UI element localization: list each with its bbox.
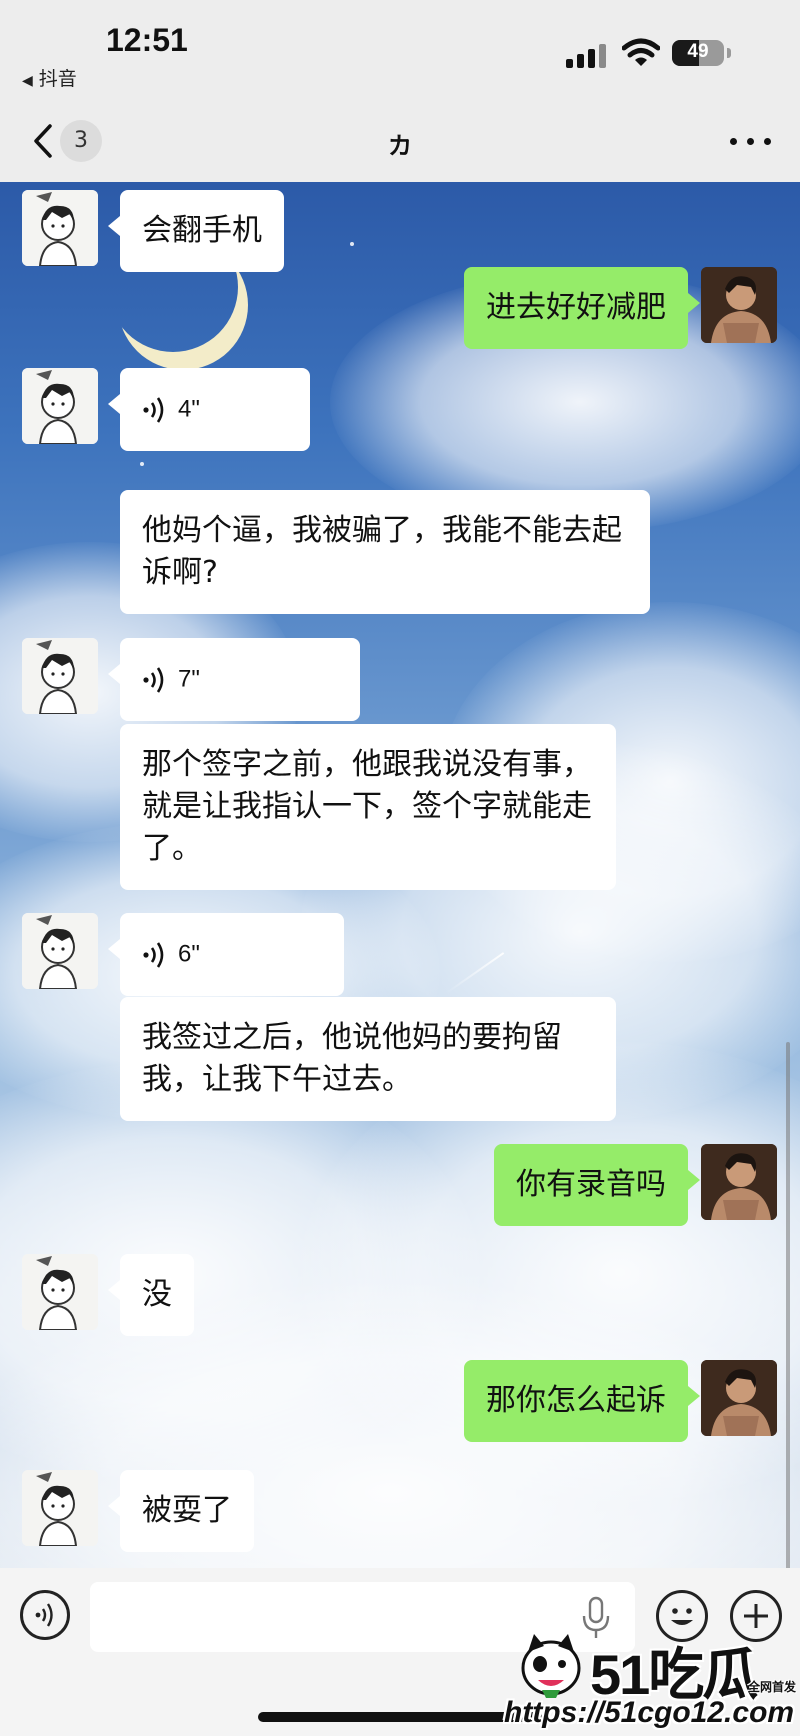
more-dots-icon[interactable]	[726, 126, 776, 156]
voice-message-bubble[interactable]: 6"	[108, 913, 344, 996]
battery-level: 49	[687, 41, 709, 62]
my-avatar[interactable]	[701, 1144, 777, 1220]
scrollbar[interactable]	[786, 1042, 790, 1568]
watermark-tag: 全网首发	[748, 1680, 797, 1694]
status-time: 12:51	[106, 22, 188, 58]
message-bubble[interactable]: 被耍了	[108, 1470, 254, 1552]
wifi-icon	[622, 38, 660, 66]
back-app-label: 抖音	[38, 68, 77, 90]
contact-avatar[interactable]	[22, 190, 98, 266]
voice-duration: 4"	[178, 395, 200, 423]
battery-icon: 49	[672, 40, 724, 66]
message-bubble[interactable]: 没	[108, 1254, 194, 1336]
voice-duration: 6"	[178, 940, 200, 968]
message-bubble[interactable]: 你有录音吗	[494, 1144, 700, 1226]
contact-avatar[interactable]	[22, 1254, 98, 1330]
voice-wave-icon	[35, 1603, 53, 1627]
contact-avatar[interactable]	[22, 368, 98, 444]
voice-duration: 7"	[178, 665, 200, 693]
status-bar: 12:51 ◀ 抖音 49	[0, 0, 800, 100]
message-bubble[interactable]: 会翻手机	[108, 190, 284, 272]
cellular-signal-icon	[566, 44, 610, 68]
back-to-app-link[interactable]: ◀ 抖音	[22, 64, 77, 91]
message-bubble[interactable]: 那个签字之前，他跟我说没有事，就是让我指认一下，签个字就能走了。	[120, 724, 616, 890]
back-triangle-icon: ◀	[22, 73, 33, 89]
chat-title: カ	[388, 132, 412, 160]
voice-wave-icon	[143, 396, 164, 423]
watermark: 51吃瓜 全网首发 https://51cgo12.com	[500, 1630, 800, 1736]
contact-avatar[interactable]	[22, 913, 98, 989]
voice-message-bubble[interactable]: 7"	[108, 638, 360, 721]
mascot-logo	[521, 1634, 581, 1698]
message-bubble[interactable]: 我签过之后，他说他妈的要拘留我，让我下午过去。	[120, 997, 616, 1121]
voice-wave-icon	[143, 941, 164, 968]
message-bubble[interactable]: 他妈个逼，我被骗了，我能不能去起诉啊?	[120, 490, 650, 614]
message-bubble[interactable]: 进去好好减肥	[464, 267, 700, 349]
my-avatar[interactable]	[701, 1360, 777, 1436]
watermark-url: https://51cgo12.com	[504, 1696, 795, 1729]
battery-cap	[727, 48, 731, 58]
chat-header: 3 カ	[0, 100, 800, 182]
chat-message-list[interactable]: 会翻手机 进去好好减肥 4" 他妈个逼，我被骗了，我能不能去起诉啊? 7" 那个…	[0, 182, 800, 1568]
voice-wave-icon	[143, 666, 164, 693]
message-bubble[interactable]: 那你怎么起诉	[464, 1360, 700, 1442]
contact-avatar[interactable]	[22, 1470, 98, 1546]
contact-avatar[interactable]	[22, 638, 98, 714]
my-avatar[interactable]	[701, 267, 777, 343]
voice-input-icon[interactable]	[20, 1590, 70, 1640]
voice-message-bubble[interactable]: 4"	[108, 368, 310, 451]
